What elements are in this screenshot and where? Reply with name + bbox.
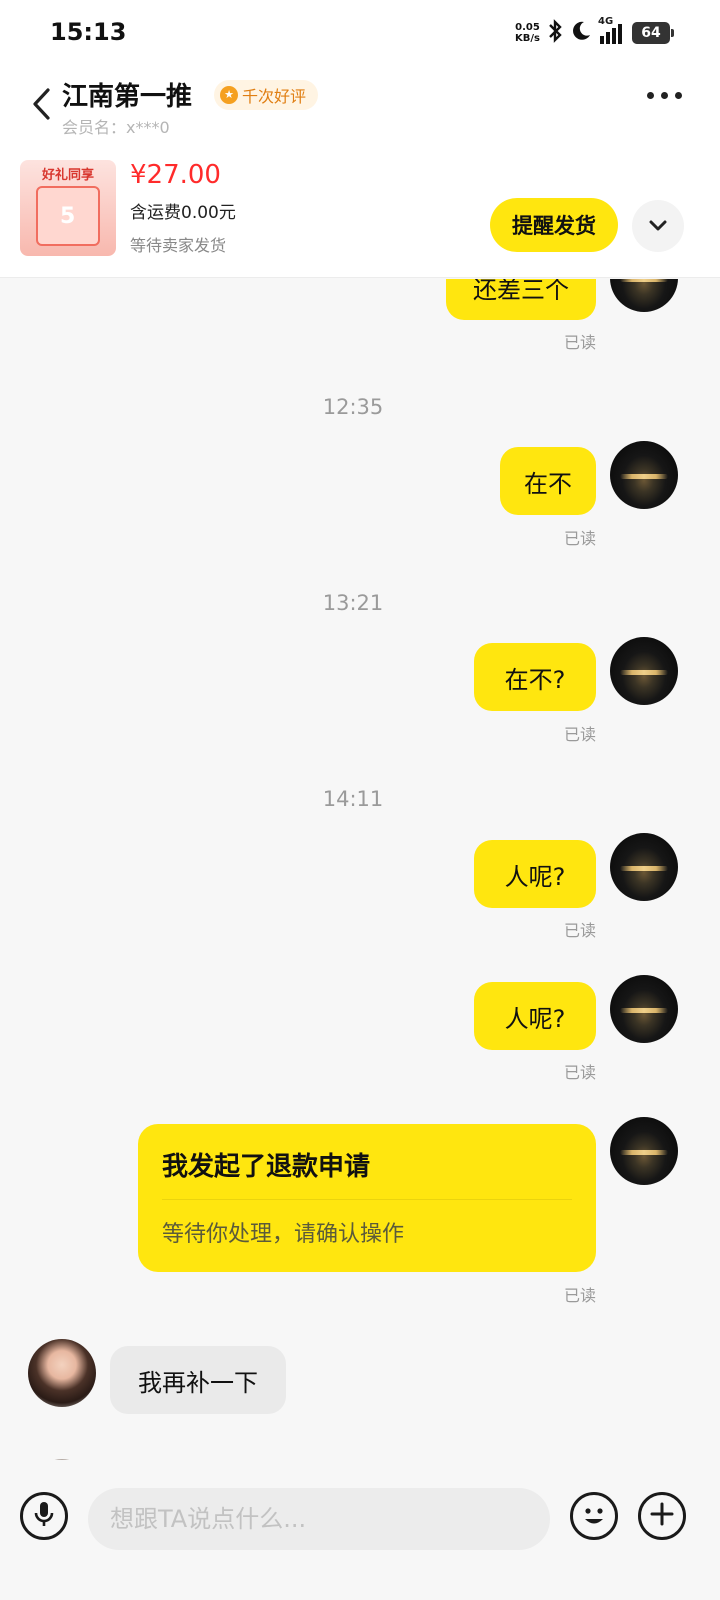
network-type: 4G bbox=[598, 16, 614, 27]
chat-area[interactable]: 还差三个 已读 12:35 在不 已读 13:21 在不? 已读 14:11 人… bbox=[0, 279, 720, 1460]
member-name: 会员名：x***0 bbox=[62, 118, 170, 137]
read-status: 已读 bbox=[563, 333, 596, 352]
net-speed-unit: KB/s bbox=[515, 33, 540, 44]
rating-badge-icon: ★ bbox=[220, 86, 238, 104]
shop-name[interactable]: 江南第一推 bbox=[62, 76, 192, 113]
seller-message-bubble[interactable]: 我再补一下 bbox=[110, 1346, 286, 1414]
time-stamp: 13:21 bbox=[322, 591, 384, 615]
product-thumbnail[interactable]: 好礼同享 5 bbox=[20, 160, 116, 256]
more-actions-button[interactable] bbox=[638, 1492, 686, 1540]
read-status: 已读 bbox=[563, 1286, 596, 1305]
read-status: 已读 bbox=[563, 529, 596, 548]
message-bubble[interactable]: 人呢? bbox=[474, 982, 596, 1050]
voice-button[interactable] bbox=[20, 1492, 68, 1540]
rating-badge: ★ 千次好评 bbox=[214, 80, 319, 110]
message-bubble[interactable]: 在不? bbox=[474, 643, 596, 711]
rating-badge-label: 千次好评 bbox=[242, 87, 307, 106]
input-bar bbox=[0, 1460, 720, 1600]
my-avatar[interactable] bbox=[610, 637, 678, 705]
refund-divider bbox=[162, 1199, 572, 1200]
status-icons: 0.05 KB/s 4G 64 bbox=[515, 16, 674, 48]
chevron-down-icon bbox=[648, 217, 668, 236]
status-time: 15:13 bbox=[50, 18, 127, 46]
message-input[interactable] bbox=[88, 1488, 550, 1550]
chat-header: 江南第一推 ★ 千次好评 会员名：x***0 好礼同享 5 ¥27.00 含运费… bbox=[0, 64, 720, 278]
read-status: 已读 bbox=[563, 725, 596, 744]
expand-button[interactable] bbox=[632, 200, 684, 252]
smile-icon bbox=[573, 1508, 615, 1541]
message-bubble[interactable]: 人呢? bbox=[474, 840, 596, 908]
refund-subtitle: 等待你处理，请确认操作 bbox=[162, 1222, 405, 1247]
refund-request-card[interactable]: 我发起了退款申请 等待你处理，请确认操作 bbox=[138, 1124, 596, 1272]
my-avatar[interactable] bbox=[610, 279, 678, 312]
signal-icon: 4G bbox=[598, 16, 622, 44]
my-avatar[interactable] bbox=[610, 441, 678, 509]
moon-icon bbox=[570, 20, 592, 47]
battery-level: 64 bbox=[641, 25, 661, 41]
seller-avatar[interactable] bbox=[28, 1339, 96, 1407]
time-stamp: 14:11 bbox=[322, 787, 384, 811]
order-price: ¥27.00 bbox=[130, 160, 221, 190]
shipping-fee: 含运费0.00元 bbox=[130, 203, 236, 223]
back-icon[interactable] bbox=[28, 84, 56, 124]
more-icon[interactable] bbox=[647, 92, 682, 99]
my-avatar[interactable] bbox=[610, 975, 678, 1043]
read-status: 已读 bbox=[563, 921, 596, 940]
status-bar: 15:13 0.05 KB/s 4G 64 bbox=[0, 0, 720, 64]
my-avatar[interactable] bbox=[610, 1117, 678, 1185]
bluetooth-icon bbox=[546, 18, 564, 48]
order-status: 等待卖家发货 bbox=[130, 236, 227, 255]
plus-icon bbox=[649, 1501, 675, 1531]
thumb-number: 5 bbox=[60, 204, 76, 229]
read-status: 已读 bbox=[563, 1063, 596, 1082]
microphone-icon bbox=[32, 1500, 56, 1532]
my-avatar[interactable] bbox=[610, 833, 678, 901]
message-bubble[interactable]: 还差三个 bbox=[446, 279, 596, 320]
refund-title: 我发起了退款申请 bbox=[162, 1152, 371, 1182]
network-speed: 0.05 KB/s bbox=[515, 22, 540, 44]
net-speed-value: 0.05 bbox=[515, 22, 540, 33]
message-bubble[interactable]: 在不 bbox=[500, 447, 596, 515]
time-stamp: 12:35 bbox=[322, 395, 384, 419]
battery-icon: 64 bbox=[632, 22, 674, 44]
emoji-button[interactable] bbox=[570, 1492, 618, 1540]
remind-shipping-button[interactable]: 提醒发货 bbox=[490, 198, 618, 252]
thumb-title: 好礼同享 bbox=[41, 168, 94, 183]
